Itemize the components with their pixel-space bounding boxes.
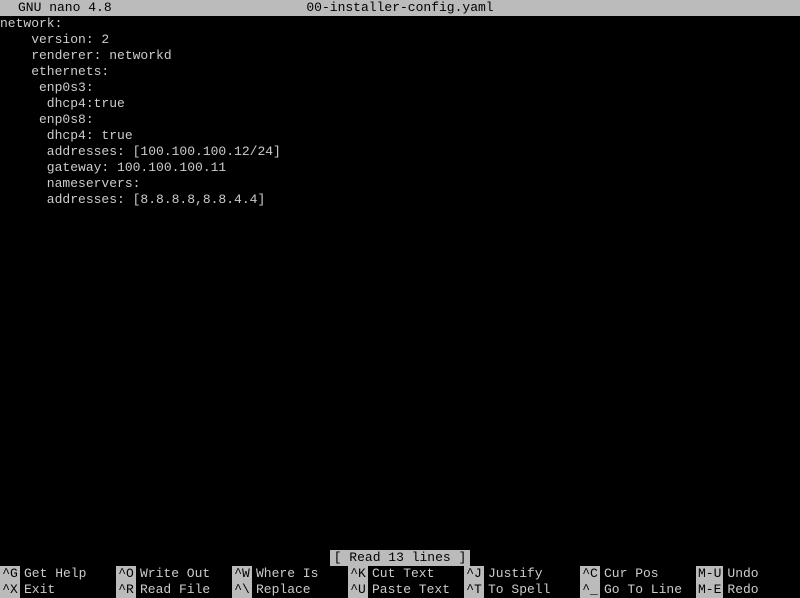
shortcut-key: M-U bbox=[696, 566, 723, 582]
shortcut-key: ^\ bbox=[232, 582, 252, 598]
shortcut-row-2: ^XExit^RRead File^\Replace^UPaste Text^T… bbox=[0, 582, 800, 598]
shortcut-key: ^G bbox=[0, 566, 20, 582]
shortcut-label: Replace bbox=[256, 582, 311, 598]
shortcut-label: Read File bbox=[140, 582, 210, 598]
shortcut-label: Undo bbox=[727, 566, 758, 582]
editor-content[interactable]: network: version: 2 renderer: networkd e… bbox=[0, 16, 800, 208]
shortcut-key: ^O bbox=[116, 566, 136, 582]
shortcut-label: Exit bbox=[24, 582, 55, 598]
status-message: [ Read 13 lines ] bbox=[330, 550, 471, 566]
shortcut-item[interactable]: ^_Go To Line bbox=[580, 582, 696, 598]
shortcut-label: Where Is bbox=[256, 566, 318, 582]
shortcut-item[interactable]: ^CCur Pos bbox=[580, 566, 696, 582]
shortcut-bar: ^GGet Help^OWrite Out^WWhere Is^KCut Tex… bbox=[0, 566, 800, 598]
shortcut-key: ^K bbox=[348, 566, 368, 582]
shortcut-item[interactable]: ^TTo Spell bbox=[464, 582, 580, 598]
shortcut-key: ^R bbox=[116, 582, 136, 598]
shortcut-key: ^T bbox=[464, 582, 484, 598]
shortcut-item[interactable]: ^GGet Help bbox=[0, 566, 116, 582]
shortcut-item[interactable]: ^UPaste Text bbox=[348, 582, 464, 598]
shortcut-label: Go To Line bbox=[604, 582, 682, 598]
shortcut-label: Get Help bbox=[24, 566, 86, 582]
shortcut-item[interactable]: ^XExit bbox=[0, 582, 116, 598]
shortcut-key: ^W bbox=[232, 566, 252, 582]
shortcut-label: Paste Text bbox=[372, 582, 450, 598]
shortcut-key: ^U bbox=[348, 582, 368, 598]
shortcut-key: ^X bbox=[0, 582, 20, 598]
shortcut-item[interactable]: M-UUndo bbox=[696, 566, 786, 582]
shortcut-item[interactable]: ^OWrite Out bbox=[116, 566, 232, 582]
shortcut-item[interactable]: ^WWhere Is bbox=[232, 566, 348, 582]
shortcut-key: M-E bbox=[696, 582, 723, 598]
shortcut-key: ^J bbox=[464, 566, 484, 582]
shortcut-key: ^C bbox=[580, 566, 600, 582]
shortcut-label: Write Out bbox=[140, 566, 210, 582]
shortcut-item[interactable]: M-ERedo bbox=[696, 582, 786, 598]
shortcut-item[interactable]: ^KCut Text bbox=[348, 566, 464, 582]
shortcut-label: Justify bbox=[488, 566, 543, 582]
shortcut-item[interactable]: ^RRead File bbox=[116, 582, 232, 598]
shortcut-item[interactable]: ^\Replace bbox=[232, 582, 348, 598]
shortcut-item[interactable]: ^JJustify bbox=[464, 566, 580, 582]
title-bar: GNU nano 4.8 00-installer-config.yaml bbox=[0, 0, 800, 16]
shortcut-label: To Spell bbox=[488, 582, 550, 598]
shortcut-label: Cur Pos bbox=[604, 566, 659, 582]
status-bar: [ Read 13 lines ] bbox=[0, 550, 800, 566]
shortcut-label: Cut Text bbox=[372, 566, 434, 582]
shortcut-label: Redo bbox=[727, 582, 758, 598]
shortcut-row-1: ^GGet Help^OWrite Out^WWhere Is^KCut Tex… bbox=[0, 566, 800, 582]
shortcut-key: ^_ bbox=[580, 582, 600, 598]
filename: 00-installer-config.yaml bbox=[0, 0, 800, 16]
